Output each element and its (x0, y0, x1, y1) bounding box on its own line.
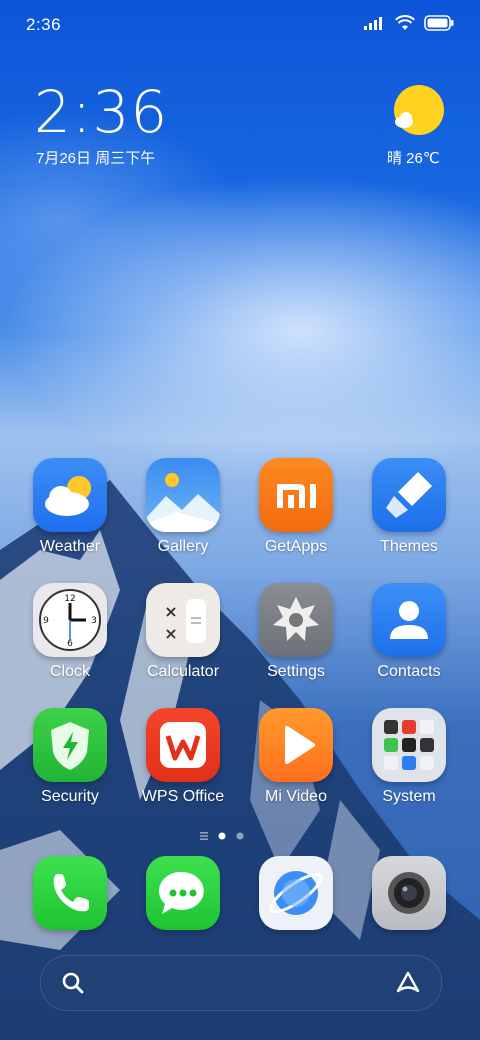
app-mi-video[interactable]: Mi Video (241, 708, 351, 806)
page-indicator[interactable] (200, 829, 280, 843)
clock-icon: 12 3 6 9 (33, 583, 107, 657)
mi-video-icon (259, 708, 333, 782)
svg-text:3: 3 (91, 616, 97, 626)
app-clock[interactable]: 12 3 6 9 Clock (15, 583, 125, 681)
signal-icon (364, 17, 382, 30)
app-label: WPS Office (141, 788, 225, 805)
dock-camera[interactable] (372, 856, 446, 930)
app-settings[interactable]: Settings (241, 583, 351, 681)
wps-office-icon (146, 708, 220, 782)
messages-icon (146, 856, 220, 930)
dock-phone[interactable] (33, 856, 107, 930)
clock-widget-date[interactable]: 7月26日 周三下午 (36, 147, 155, 168)
dock-browser[interactable] (259, 856, 333, 930)
app-label: Settings (267, 663, 325, 680)
app-label: Security (41, 788, 99, 805)
security-icon (33, 708, 107, 782)
app-label: Gallery (157, 538, 209, 555)
page-dot (236, 832, 244, 840)
app-system-folder[interactable]: System (354, 708, 464, 806)
dock-messages[interactable] (146, 856, 220, 930)
system-folder-icon (372, 708, 446, 782)
settings-icon (259, 583, 333, 657)
search-icon[interactable] (61, 971, 85, 995)
svg-text:×: × (164, 624, 177, 643)
home-list-indicator-icon (200, 832, 208, 834)
gallery-icon (146, 458, 220, 532)
svg-text:9: 9 (43, 616, 49, 626)
svg-text:×: × (164, 602, 177, 621)
app-security[interactable]: Security (15, 708, 125, 806)
calculator-icon: × × (146, 583, 220, 657)
app-label: GetApps (264, 538, 328, 555)
search-bar[interactable] (40, 955, 442, 1011)
app-calculator[interactable]: × × Calculator (128, 583, 238, 681)
themes-icon (372, 458, 446, 532)
status-bar: 2:36 (0, 0, 480, 50)
assistant-icon[interactable] (395, 970, 421, 996)
app-weather[interactable]: Weather (15, 458, 125, 556)
page-dot-active (218, 832, 226, 840)
app-gallery[interactable]: Gallery (128, 458, 238, 556)
getapps-icon (259, 458, 333, 532)
app-themes[interactable]: Themes (354, 458, 464, 556)
app-contacts[interactable]: Contacts (354, 583, 464, 681)
wifi-icon (395, 15, 415, 30)
browser-icon (259, 856, 333, 930)
app-getapps[interactable]: GetApps (241, 458, 351, 556)
svg-text:12: 12 (64, 594, 75, 604)
app-label: Mi Video (265, 788, 327, 805)
battery-icon (424, 15, 454, 31)
camera-icon (372, 856, 446, 930)
app-label: Calculator (146, 663, 220, 680)
app-label: Weather (39, 538, 101, 555)
phone-icon (33, 856, 107, 930)
status-time: 2:36 (26, 15, 62, 34)
weather-icon (33, 458, 107, 532)
clock-widget-time[interactable]: 2:36 (34, 78, 168, 146)
app-wps-office[interactable]: WPS Office (128, 708, 238, 806)
app-label: Clock (49, 663, 90, 680)
app-label: Themes (380, 538, 438, 555)
weather-widget-text[interactable]: 晴 26℃ (387, 147, 440, 168)
sun-cloud-icon[interactable] (392, 84, 444, 136)
app-label: System (382, 788, 436, 805)
contacts-icon (372, 583, 446, 657)
app-label: Contacts (377, 663, 441, 680)
